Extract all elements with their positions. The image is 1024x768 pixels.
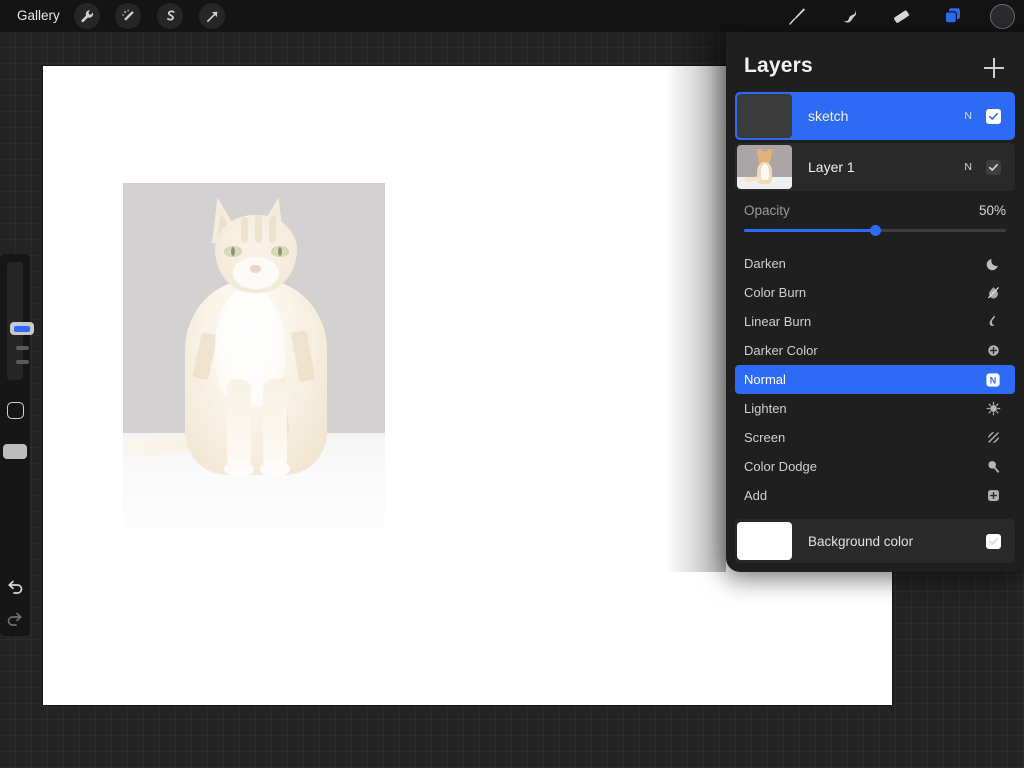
blend-mode-item[interactable]: Color Dodge (735, 452, 1015, 481)
gallery-button[interactable]: Gallery (13, 0, 64, 32)
brush-opacity-handle[interactable] (3, 444, 27, 459)
background-color-row[interactable]: Background color (735, 519, 1015, 563)
blend-mode-label: Darker Color (744, 343, 818, 358)
color-burn-icon (984, 284, 1002, 302)
opacity-slider-knob[interactable] (870, 225, 881, 236)
layer-blend-tag[interactable]: N (964, 110, 972, 122)
cat-illustration (123, 183, 385, 527)
sidebar-dash-2 (16, 360, 29, 364)
adjustments-wand-icon[interactable] (115, 3, 141, 29)
actions-wrench-icon[interactable] (74, 3, 100, 29)
blend-mode-label: Linear Burn (744, 314, 812, 329)
transform-arrow-icon[interactable] (199, 3, 225, 29)
layer-thumbnail[interactable] (737, 94, 792, 138)
moon-icon (984, 255, 1002, 273)
n-badge-icon: N (984, 371, 1002, 389)
background-color-swatch[interactable] (737, 522, 792, 560)
svg-text:N: N (990, 375, 997, 385)
smudge-icon[interactable] (835, 3, 865, 29)
undo-icon[interactable] (5, 578, 25, 598)
blend-mode-label: Screen (744, 430, 786, 445)
blend-mode-item[interactable]: Add (735, 481, 1015, 510)
flame-icon (984, 313, 1002, 331)
opacity-slider-fill (744, 229, 875, 232)
layer-thumbnail[interactable] (737, 145, 792, 189)
layers-panel-header: Layers (726, 32, 1024, 92)
opacity-slider-track[interactable] (744, 225, 1006, 236)
panel-title: Layers (744, 54, 813, 77)
layers-panel: Layers sketch N Layer 1 N Opacity 50% Da… (726, 32, 1024, 572)
paint-brush-icon[interactable] (782, 3, 812, 29)
color-swatch[interactable] (990, 4, 1015, 29)
blend-mode-label: Darken (744, 256, 786, 271)
blend-mode-item[interactable]: Lighten (735, 394, 1015, 423)
blend-mode-label: Normal (744, 372, 786, 387)
sun-icon (984, 400, 1002, 418)
selection-icon[interactable] (157, 3, 183, 29)
layer-row[interactable]: Layer 1 N (735, 143, 1015, 191)
blend-mode-list: Darken Color Burn Linear Burn Darker Col… (726, 249, 1024, 510)
blend-mode-item[interactable]: Screen (735, 423, 1015, 452)
layer-visibility-checkbox[interactable] (986, 159, 1001, 175)
opacity-value: 50% (978, 203, 1006, 218)
brush-size-handle[interactable] (10, 322, 34, 335)
reference-image-layer (123, 183, 385, 527)
background-color-label: Background color (808, 533, 914, 549)
blend-mode-item[interactable]: Normal N (735, 365, 1015, 394)
layer-name: sketch (808, 108, 849, 124)
shape-square-icon[interactable] (7, 402, 24, 419)
eraser-icon[interactable] (887, 3, 917, 29)
opacity-control[interactable]: Opacity 50% (744, 203, 1006, 241)
layers-icon[interactable] (938, 3, 968, 29)
left-tool-sidebar[interactable] (0, 254, 34, 636)
layer-name: Layer 1 (808, 159, 855, 175)
blend-mode-label: Add (744, 488, 768, 503)
layer-visibility-checkbox[interactable] (986, 108, 1001, 124)
opacity-label: Opacity (744, 203, 790, 218)
blend-mode-item[interactable]: Darken (735, 249, 1015, 278)
brush-size-slider[interactable] (7, 262, 34, 380)
circle-plus-icon (984, 342, 1002, 360)
blend-mode-label: Color Dodge (744, 459, 817, 474)
blend-mode-label: Lighten (744, 401, 787, 416)
redo-icon[interactable] (5, 610, 25, 630)
plus-square-icon (984, 487, 1002, 505)
blend-mode-item[interactable]: Color Burn (735, 278, 1015, 307)
blend-mode-item[interactable]: Darker Color (735, 336, 1015, 365)
dodge-icon (984, 458, 1002, 476)
layer-blend-tag[interactable]: N (964, 161, 972, 173)
sidebar-dash-1 (16, 346, 29, 350)
add-layer-plus-icon[interactable] (984, 58, 1004, 78)
hatch-square-icon (984, 429, 1002, 447)
blend-mode-item[interactable]: Linear Burn (735, 307, 1015, 336)
layer-row[interactable]: sketch N (735, 92, 1015, 140)
top-toolbar: Gallery (0, 0, 1024, 32)
blend-mode-label: Color Burn (744, 285, 807, 300)
background-visibility-checkbox[interactable] (986, 533, 1001, 549)
